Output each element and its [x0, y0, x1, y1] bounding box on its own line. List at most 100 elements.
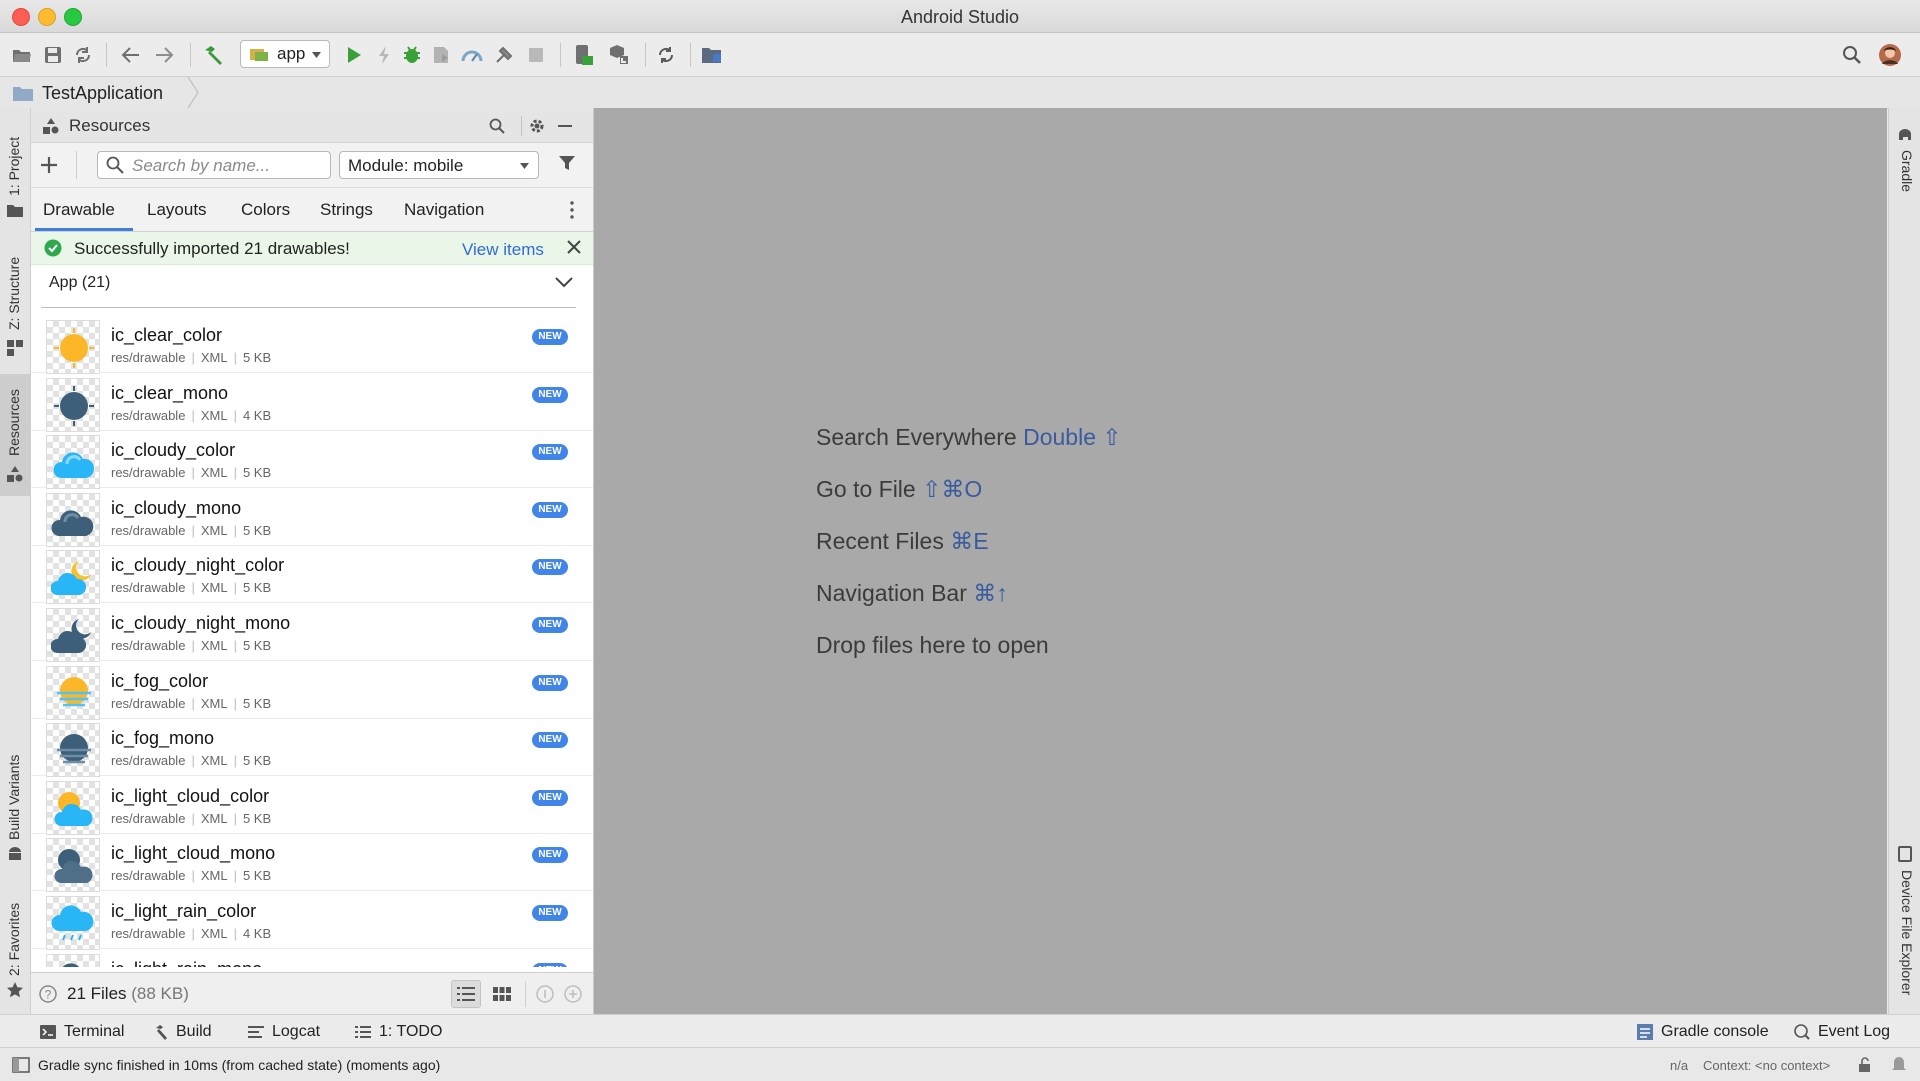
attach-debugger-icon[interactable]: [492, 43, 516, 67]
list-item[interactable]: ic_fog_mono res/drawable | XML | 5 KB NEW: [31, 718, 593, 778]
forward-arrow-icon[interactable]: [152, 43, 176, 67]
context-indicator[interactable]: Context: <no context>: [1703, 1058, 1830, 1073]
tool-tab-gradle-console[interactable]: Gradle console: [1637, 1023, 1769, 1041]
caret-position[interactable]: n/a: [1670, 1058, 1688, 1073]
search-icon[interactable]: [488, 117, 506, 135]
resource-group-header[interactable]: App (21): [31, 265, 593, 298]
tab-strings[interactable]: Strings: [320, 200, 373, 220]
search-icon[interactable]: [1840, 43, 1864, 67]
light-cloud-mono-icon: [54, 849, 93, 884]
project-structure-icon[interactable]: [700, 43, 724, 67]
drawable-path: res/drawable: [111, 868, 186, 884]
grid-view-toggle[interactable]: [487, 980, 517, 1008]
view-items-link[interactable]: View items: [462, 240, 544, 260]
hint-recent-files: Recent Files ⌘E: [816, 528, 989, 554]
tool-tab-label: Gradle console: [1661, 1023, 1769, 1040]
android-icon: [9, 847, 21, 860]
light-cloud-color-icon: [54, 791, 93, 826]
list-item[interactable]: ic_cloudy_mono res/drawable | XML | 5 KB NEW: [31, 488, 593, 547]
list-item[interactable]: ic_clear_color res/drawable | XML | 5 KB NEW: [31, 315, 593, 374]
window-title: Android Studio: [900, 7, 1020, 27]
zoom-in-icon[interactable]: [564, 985, 582, 1003]
tab-navigation[interactable]: Navigation: [404, 200, 484, 220]
files-count: 21 Files: [67, 984, 127, 1003]
tool-tab-event-log[interactable]: Event Log: [1794, 1023, 1890, 1041]
list-item[interactable]: ic_light_rain_color res/drawable | XML | 4 KB…: [31, 891, 593, 950]
build-hammer-icon[interactable]: [201, 43, 225, 67]
plus-icon: [41, 157, 57, 173]
run-icon[interactable]: [342, 43, 366, 67]
resources-icon: [7, 466, 23, 482]
new-badge: NEW: [532, 732, 568, 749]
add-resource-button[interactable]: [39, 155, 59, 175]
drawable-meta: res/drawable | XML | 5 KB: [111, 810, 272, 826]
tab-layouts[interactable]: Layouts: [147, 200, 207, 220]
gear-icon[interactable]: [528, 117, 546, 135]
tool-tab-label: 1: TODO: [379, 1023, 443, 1040]
filter-button[interactable]: [558, 154, 578, 174]
list-view-toggle[interactable]: [451, 980, 481, 1008]
inspector-icon[interactable]: [1891, 1056, 1907, 1073]
android-module-icon: [250, 49, 268, 61]
breadcrumb[interactable]: TestApplication: [12, 81, 163, 105]
list-item[interactable]: ic_cloudy_night_mono res/drawable | XML | 5 K…: [31, 603, 593, 662]
tab-drawable[interactable]: Drawable: [43, 200, 115, 220]
resources-panel-header: Resources: [31, 108, 593, 143]
stop-icon[interactable]: [524, 43, 548, 67]
coverage-icon[interactable]: [429, 43, 453, 67]
tool-tab-resources[interactable]: Resources: [6, 389, 22, 456]
open-folder-icon[interactable]: [10, 43, 34, 67]
list-item[interactable]: ic_light_cloud_color res/drawable | XML | 5 K…: [31, 776, 593, 835]
tool-tab-gradle[interactable]: Gradle: [1899, 150, 1915, 192]
toggle-tool-windows-icon[interactable]: [12, 1057, 30, 1073]
tool-tab-favorites[interactable]: 2: Favorites: [6, 903, 22, 976]
avd-manager-icon[interactable]: [572, 43, 596, 67]
tool-tab-device-file-explorer[interactable]: Device File Explorer: [1899, 870, 1915, 995]
profiler-gauge-icon[interactable]: [460, 43, 484, 67]
search-input[interactable]: [130, 155, 324, 177]
dismiss-banner-button[interactable]: [567, 240, 583, 256]
tool-tab-terminal[interactable]: Terminal: [40, 1023, 124, 1041]
drawable-type: XML: [200, 580, 228, 596]
debug-bug-icon[interactable]: [400, 43, 424, 67]
search-field[interactable]: [97, 151, 331, 179]
list-item[interactable]: ic_light_rain_monores/drawable|XML|4 KBN…: [31, 949, 593, 967]
list-item[interactable]: ic_cloudy_night_color res/drawable | XML | 5 …: [31, 545, 593, 605]
minimize-icon[interactable]: [556, 117, 574, 135]
tool-tab-label: Event Log: [1818, 1023, 1891, 1040]
tool-tab-logcat[interactable]: Logcat: [248, 1023, 320, 1041]
run-configuration-dropdown[interactable]: app: [240, 40, 330, 68]
list-item[interactable]: ic_cloudy_color res/drawable | XML | 5 KB NEW: [31, 430, 593, 490]
save-icon[interactable]: [41, 43, 65, 67]
module-dropdown[interactable]: Module: mobile: [339, 151, 539, 179]
sync-icon[interactable]: [71, 43, 95, 67]
tool-tab-structure[interactable]: Z: Structure: [6, 257, 22, 330]
sdk-manager-icon[interactable]: [606, 43, 630, 67]
status-bar: Gradle sync finished in 10ms (from cache…: [0, 1047, 1920, 1081]
new-badge: NEW: [532, 444, 568, 461]
list-item[interactable]: ic_clear_mono res/drawable | XML | 4 KB NEW: [31, 373, 593, 432]
tool-tab-build-variants[interactable]: Build Variants: [6, 755, 22, 840]
new-badge: NEW: [532, 617, 568, 633]
sync-gradle-icon[interactable]: [654, 43, 678, 67]
drawable-name: ic_cloudy_mono: [111, 497, 242, 518]
tab-colors[interactable]: Colors: [241, 200, 290, 220]
avatar[interactable]: [1878, 43, 1902, 67]
back-arrow-icon[interactable]: [119, 43, 143, 67]
tool-tab-build[interactable]: Build: [154, 1023, 212, 1041]
more-vertical-icon: [570, 201, 574, 219]
apply-changes-icon[interactable]: [372, 43, 396, 67]
help-icon[interactable]: ?: [39, 985, 57, 1003]
list-view-icon: [457, 987, 475, 1001]
tool-tab-project[interactable]: 1: Project: [6, 137, 22, 196]
drawable-type: XML: [200, 350, 228, 365]
lock-icon[interactable]: [1858, 1057, 1874, 1073]
tool-tab-todo[interactable]: 1: TODO: [355, 1023, 442, 1041]
more-tabs-button[interactable]: [565, 200, 579, 220]
editor-area[interactable]: Search Everywhere Double ⇧ Go to File ⇧⌘…: [594, 108, 1887, 1014]
fog-mono-icon: [57, 734, 91, 764]
zoom-out-icon[interactable]: [536, 985, 554, 1003]
chevron-down-icon: [520, 163, 529, 169]
list-item[interactable]: ic_light_cloud_mono res/drawable | XML | 5 KB…: [31, 833, 593, 893]
list-item[interactable]: ic_fog_color res/drawable | XML | 5 KB NEW: [31, 661, 593, 720]
